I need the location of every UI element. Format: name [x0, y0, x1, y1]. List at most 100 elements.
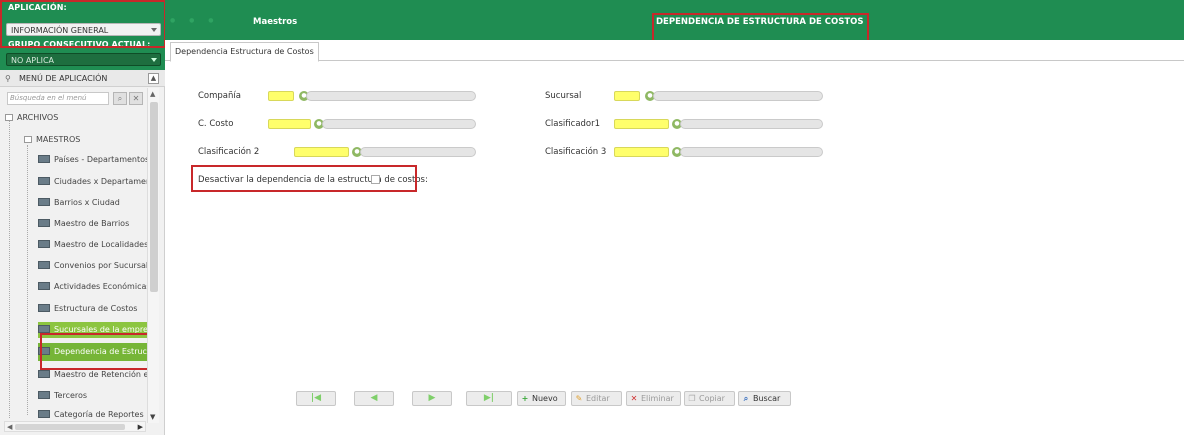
deactivate-label: Desactivar la dependencia de la estructu…: [198, 175, 428, 185]
menu-item-actividades[interactable]: Actividades Económicas: [38, 279, 148, 295]
previous-record-button[interactable]: ◀: [354, 391, 394, 406]
arrow-right-icon: ▶: [428, 393, 436, 403]
nuevo-button[interactable]: + Nuevo: [517, 391, 566, 406]
app-root: APLICACIÓN: INFORMACIÓN GENERAL GRUPO CO…: [0, 0, 1184, 435]
document-icon: [38, 369, 50, 378]
clasificacion2-input[interactable]: [294, 147, 349, 157]
tab-strip: Dependencia Estructura de Costos: [165, 40, 1184, 62]
sucursal-label: Sucursal: [545, 91, 582, 101]
last-record-button[interactable]: ▶|: [466, 391, 512, 406]
group-select[interactable]: NO APLICA: [6, 53, 161, 66]
tab-dependencia[interactable]: Dependencia Estructura de Costos: [170, 42, 319, 62]
menu-item-label: Terceros: [54, 391, 88, 400]
tree-menu-icon: ⚲: [5, 74, 11, 83]
sucursal-description: [653, 91, 823, 101]
menu-item-label: Maestro de Retención en: [54, 370, 148, 379]
document-icon: [38, 346, 50, 355]
scroll-up-icon[interactable]: ▲: [150, 90, 155, 98]
document-icon: [38, 324, 50, 333]
collapse-toggle-icon: [24, 136, 32, 143]
menu-item-categoria[interactable]: Categoría de Reportes: [38, 408, 148, 421]
clasificacion3-input[interactable]: [614, 147, 669, 157]
copy-icon: ❐: [688, 394, 696, 403]
clasificador1-label: Clasificador1: [545, 119, 601, 129]
buscar-label: Buscar: [753, 394, 781, 403]
tree-root-archivos[interactable]: ARCHIVOS: [5, 113, 58, 122]
scroll-left-icon[interactable]: ◀: [7, 423, 12, 431]
clear-search-icon[interactable]: ✕: [129, 92, 143, 105]
menu-item-label: Sucursales de la empresa: [54, 325, 148, 334]
menu-item-convenios[interactable]: Convenios por Sucursal: [38, 258, 148, 274]
editar-button[interactable]: ✎ Editar: [571, 391, 622, 406]
scroll-thumb[interactable]: [15, 424, 125, 430]
tree-folder-maestros[interactable]: MAESTROS: [24, 135, 80, 144]
sidebar-header: APLICACIÓN: INFORMACIÓN GENERAL GRUPO CO…: [0, 0, 165, 70]
document-icon: [38, 390, 50, 399]
copiar-button[interactable]: ❐ Copiar: [684, 391, 735, 406]
menu-item-barrios[interactable]: Barrios x Ciudad: [38, 195, 148, 211]
sucursal-input[interactable]: [614, 91, 640, 101]
last-icon: ▶|: [483, 393, 495, 403]
document-icon: [38, 260, 50, 269]
menu-search-input[interactable]: Búsqueda en el menú: [7, 92, 109, 105]
tree-root-label: ARCHIVOS: [17, 113, 59, 122]
menu-item-label: Estructura de Costos: [54, 304, 138, 313]
first-record-button[interactable]: |◀: [296, 391, 336, 406]
chevron-down-icon: [151, 58, 157, 62]
module-title: Maestros: [253, 17, 298, 27]
document-icon: [38, 303, 50, 312]
editar-label: Editar: [586, 394, 610, 403]
menu-item-sucursales[interactable]: Sucursales de la empresa: [38, 322, 148, 338]
group-select-value: NO APLICA: [11, 56, 54, 65]
page-title: DEPENDENCIA DE ESTRUCTURA DE COSTOS: [656, 17, 864, 27]
menu-item-terceros[interactable]: Terceros: [38, 388, 148, 404]
clasificacion3-label: Clasificación 3: [545, 147, 607, 157]
sidebar-vertical-scrollbar[interactable]: ▲ ▼: [147, 88, 159, 423]
scroll-right-icon[interactable]: ▶: [138, 423, 143, 431]
menu-item-retencion[interactable]: Maestro de Retención en: [38, 367, 148, 383]
menu-item-label: Maestro de Barrios: [54, 219, 130, 228]
sidebar: APLICACIÓN: INFORMACIÓN GENERAL GRUPO CO…: [0, 0, 166, 435]
menu-item-label: Categoría de Reportes: [54, 410, 144, 419]
document-icon: [38, 176, 50, 185]
document-icon: [38, 281, 50, 290]
menu-item-estructura[interactable]: Estructura de Costos: [38, 301, 148, 317]
sidebar-horizontal-scrollbar[interactable]: ◀ ▶: [4, 421, 146, 432]
eliminar-label: Eliminar: [641, 394, 674, 403]
app-select[interactable]: INFORMACIÓN GENERAL: [6, 23, 161, 36]
menu-item-label: Barrios x Ciudad: [54, 198, 120, 207]
scroll-down-icon[interactable]: ▼: [150, 413, 155, 421]
costo-label: C. Costo: [198, 119, 234, 129]
chevron-down-icon: [151, 28, 157, 32]
compania-input[interactable]: [268, 91, 294, 101]
copiar-label: Copiar: [699, 394, 725, 403]
menu-item-label: Maestro de Localidades: [54, 240, 148, 249]
menu-item-label: Dependencia de Estructur: [54, 347, 148, 356]
app-label: APLICACIÓN:: [8, 3, 67, 12]
clasificador1-input[interactable]: [614, 119, 669, 129]
menu-item-label: Convenios por Sucursal: [54, 261, 148, 270]
collapse-toggle-icon: [5, 114, 13, 121]
menu-item-maestro-barrios[interactable]: Maestro de Barrios: [38, 216, 148, 232]
menu-item-localidades[interactable]: Maestro de Localidades: [38, 237, 148, 253]
costo-description: [322, 119, 476, 129]
document-icon: [38, 154, 50, 163]
document-icon: [38, 409, 50, 418]
scroll-thumb[interactable]: [150, 102, 158, 292]
next-record-button[interactable]: ▶: [412, 391, 452, 406]
menu-item-ciudades[interactable]: Ciudades x Departamento: [38, 174, 148, 190]
window-dots-icon: ● ● ●: [170, 17, 220, 24]
document-icon: [38, 197, 50, 206]
menu-item-dependencia[interactable]: Dependencia de Estructur: [38, 343, 148, 361]
costo-input[interactable]: [268, 119, 311, 129]
eliminar-button[interactable]: ✕ Eliminar: [626, 391, 681, 406]
collapse-menu-button[interactable]: ▲: [148, 73, 159, 84]
clasificacion2-label: Clasificación 2: [198, 147, 260, 157]
menu-item-paises[interactable]: Países - Departamentos: [38, 152, 148, 168]
first-icon: |◀: [310, 393, 322, 403]
menu-item-label: Ciudades x Departamento: [54, 177, 148, 186]
deactivate-checkbox[interactable]: [371, 175, 380, 184]
plus-icon: +: [521, 394, 529, 403]
search-icon[interactable]: ⌕: [113, 92, 127, 105]
buscar-button[interactable]: ⌕ Buscar: [738, 391, 791, 406]
